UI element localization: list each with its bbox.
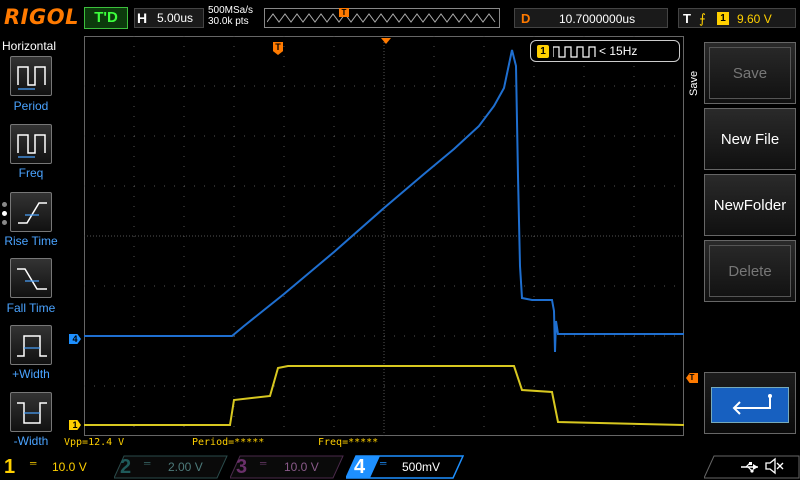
- ch1-offset-marker[interactable]: 1: [69, 420, 81, 430]
- page-dot: [2, 220, 7, 225]
- ch4-offset-marker[interactable]: 4: [69, 334, 81, 344]
- horizontal-center-marker: [381, 38, 391, 44]
- neg-width-button[interactable]: [10, 392, 52, 432]
- pos-width-icon: [17, 335, 47, 357]
- ch1-number: 1: [4, 456, 16, 478]
- trigger-readout[interactable]: T ⨍ 1 9.60 V: [678, 8, 796, 28]
- delete-softkey[interactable]: Delete: [704, 240, 796, 302]
- return-arrow-glyph: [732, 394, 772, 415]
- return-arrow-icon: [711, 387, 789, 423]
- counter-source-badge: 1: [537, 45, 549, 58]
- measure-category: Horizontal: [2, 39, 57, 53]
- delete-softkey-label: Delete: [728, 263, 772, 280]
- waveform-canvas: [84, 36, 684, 436]
- dc-coupling-icon: ═: [260, 458, 267, 468]
- new-folder-softkey-label: NewFolder: [713, 197, 787, 214]
- rigol-logo: RIGOL: [4, 5, 79, 29]
- delay-readout[interactable]: D 10.7000000us: [514, 8, 668, 28]
- new-folder-softkey[interactable]: NewFolder: [704, 174, 796, 236]
- delay-value: 10.7000000us: [559, 12, 636, 26]
- pos-width-button[interactable]: [10, 325, 52, 365]
- square-wave-icon: [553, 46, 596, 58]
- page-dot: [2, 202, 7, 207]
- pos-width-label: +Width: [12, 367, 50, 381]
- horizontal-letter: H: [137, 10, 148, 26]
- period-result: Period=*****: [192, 437, 265, 448]
- measurement-results: Vpp=12.4 V Period=***** Freq=*****: [64, 437, 684, 451]
- period-label: Period: [13, 99, 49, 113]
- rise-time-icon: [18, 202, 47, 224]
- ch3-scale: 10.0 V: [284, 460, 319, 474]
- ch1-waveform: [84, 365, 684, 426]
- vpp-result: Vpp=12.4 V: [64, 437, 125, 448]
- usb-icon: [741, 462, 758, 473]
- fall-time-label: Fall Time: [6, 301, 56, 315]
- counter-value: < 15Hz: [599, 44, 638, 58]
- graticule: [84, 36, 684, 436]
- horizontal-scale[interactable]: H 5.00us: [134, 8, 204, 28]
- freq-button[interactable]: [10, 124, 52, 164]
- trigger-level: 9.60 V: [737, 12, 772, 26]
- rising-edge-icon: ⨍: [699, 11, 706, 26]
- frequency-counter: 1 < 15Hz: [530, 40, 680, 62]
- trigger-status: T'D: [84, 7, 128, 29]
- menu-page-indicator: [2, 202, 7, 229]
- memory-depth: 30.0k pts: [208, 16, 249, 27]
- mute-icon[interactable]: [764, 457, 786, 475]
- trigger-source-badge: 1: [717, 12, 729, 25]
- sample-rate: 500MSa/s: [208, 5, 254, 16]
- memory-waveform-icon: [267, 13, 496, 23]
- freq-result: Freq=*****: [318, 437, 379, 448]
- ch2-scale: 2.00 V: [168, 460, 203, 474]
- new-file-softkey[interactable]: New File: [704, 108, 796, 170]
- ch1-tab[interactable]: 1 ═ 10.0 V: [0, 455, 112, 479]
- ch1-scale: 10.0 V: [52, 460, 87, 474]
- rise-time-label: Rise Time: [4, 234, 58, 248]
- dc-coupling-icon: ═: [144, 458, 151, 468]
- top-status-bar: RIGOL T'D H 5.00us 500MSa/s 30.0k pts T …: [0, 0, 800, 36]
- ch3-tab[interactable]: 3 ═ 10.0 V: [230, 455, 344, 479]
- trigger-level-marker[interactable]: T: [686, 373, 698, 383]
- new-file-softkey-label: New File: [720, 131, 780, 148]
- dc-coupling-icon: ═: [30, 458, 37, 468]
- freq-label: Freq: [18, 166, 44, 180]
- back-softkey[interactable]: [704, 372, 796, 434]
- period-icon: [17, 66, 46, 90]
- ch2-number: 2: [120, 456, 132, 478]
- freq-icon: [17, 134, 46, 158]
- delay-letter: D: [521, 11, 531, 26]
- waveform-display[interactable]: [84, 36, 684, 436]
- save-softkey-label: Save: [732, 65, 768, 82]
- rise-time-button[interactable]: [10, 192, 52, 232]
- acquisition-info: 500MSa/s 30.0k pts: [208, 5, 253, 27]
- ch4-scale: 500mV: [402, 460, 441, 474]
- neg-width-icon: [17, 402, 47, 424]
- memory-overview-bar: [264, 8, 500, 28]
- horizontal-timebase: 5.00us: [157, 11, 194, 25]
- trigger-letter: T: [683, 11, 691, 26]
- channel-bar: 1 ═ 10.0 V 2 ═ 2.00 V 3 ═ 10.0 V 4 ═ 500…: [0, 454, 800, 480]
- ch2-tab[interactable]: 2 ═ 2.00 V: [114, 455, 228, 479]
- ch4-number: 4: [354, 456, 366, 478]
- ch3-number: 3: [236, 456, 248, 478]
- save-softkey[interactable]: Save: [704, 42, 796, 104]
- memory-trigger-marker: T: [339, 8, 349, 17]
- dc-coupling-icon: ═: [380, 458, 387, 468]
- ch4-tab[interactable]: 4 ═ 500mV: [346, 455, 464, 479]
- fall-time-icon: [17, 268, 47, 290]
- page-dot-active: [2, 211, 7, 216]
- fall-time-button[interactable]: [10, 258, 52, 298]
- save-menu-title: Save: [688, 70, 700, 96]
- neg-width-label: -Width: [13, 434, 49, 448]
- period-button[interactable]: [10, 56, 52, 96]
- measure-menu: Horizontal Period Freq Rise Time Fall Ti…: [0, 36, 62, 454]
